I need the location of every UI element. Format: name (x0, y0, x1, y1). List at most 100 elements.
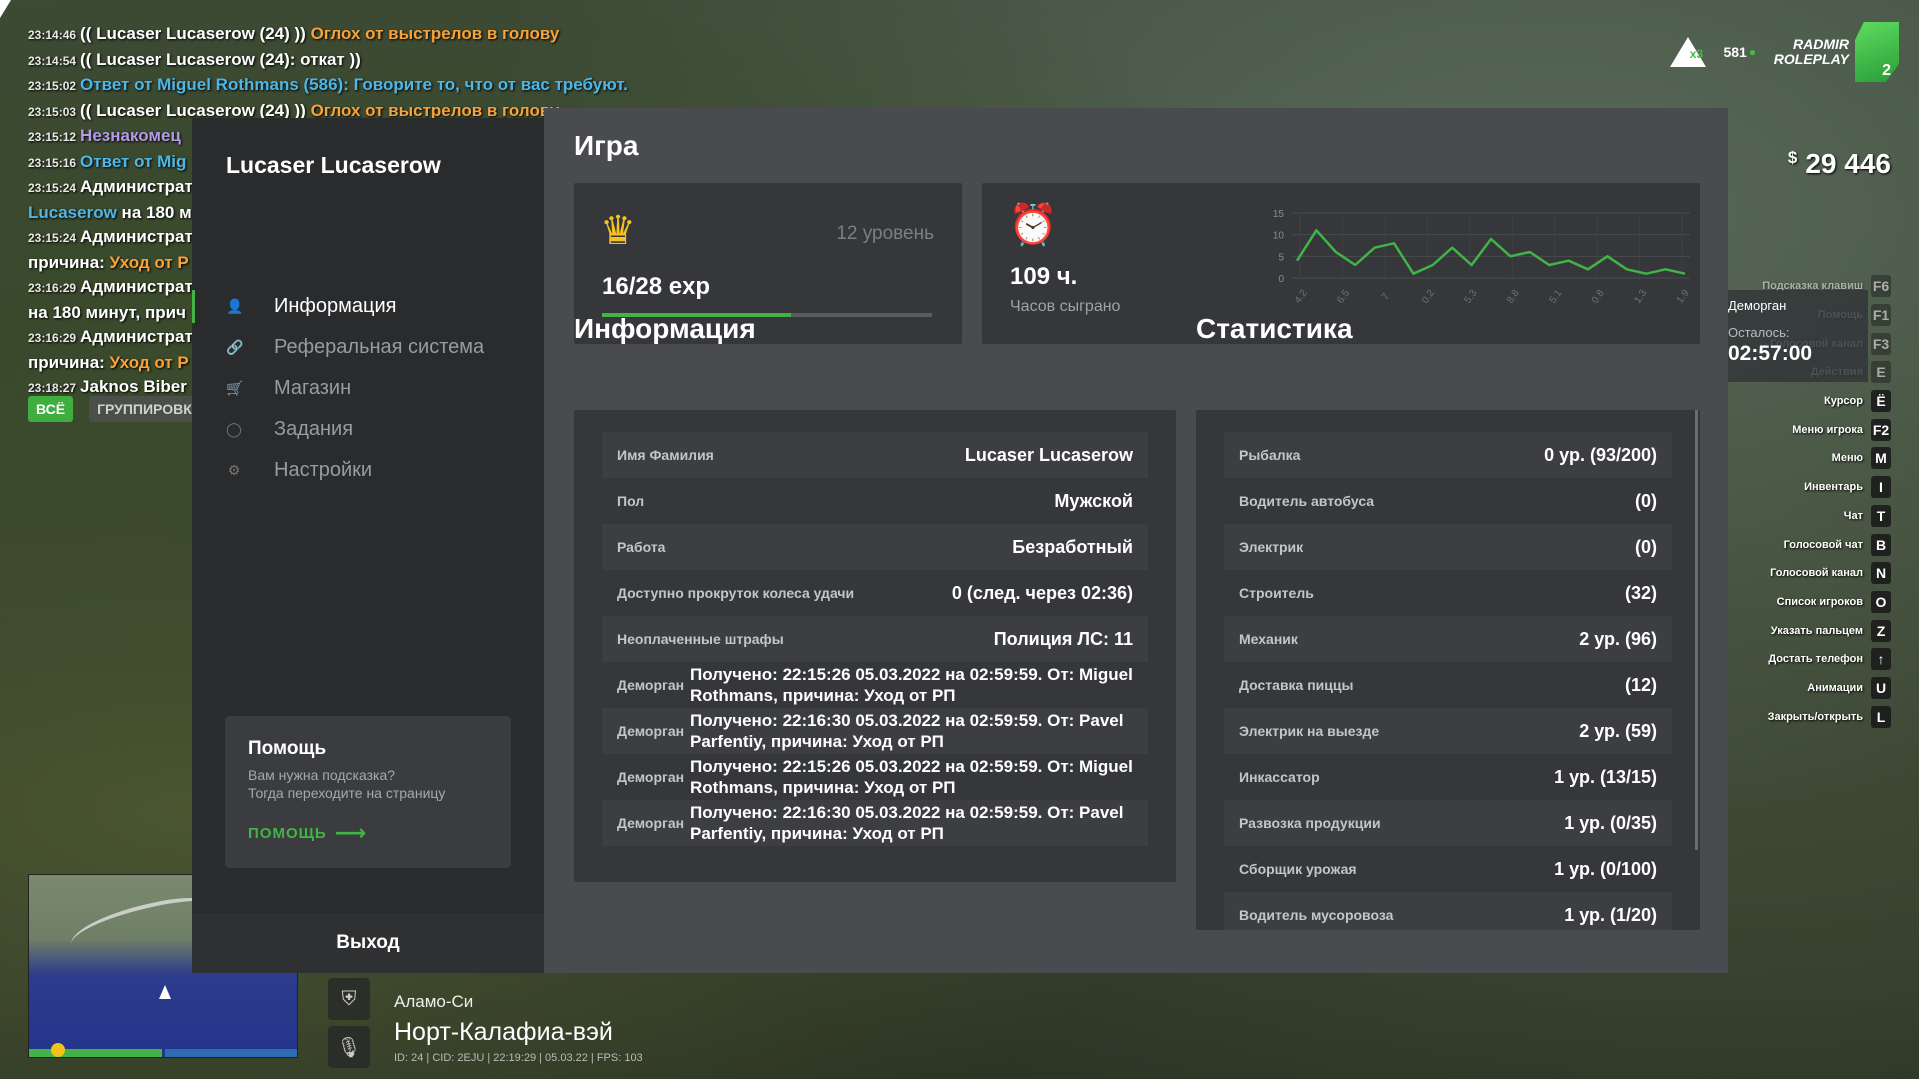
keybind-key: F6 (1871, 275, 1891, 298)
demorgan-row: Деморган Получено: 22:16:30 05.03.2022 на… (602, 708, 1148, 754)
keybind-label: Голосовой канал (1770, 567, 1863, 580)
chart-x-tick: 6.5 (1335, 288, 1352, 306)
demorgan-left-label: Осталось: (1728, 325, 1790, 340)
exit-button[interactable]: Выход (192, 913, 544, 973)
demorgan-row: Деморган Получено: 22:15:26 05.03.2022 на… (602, 662, 1148, 708)
stat-row: Развозка продукции 1 ур. (0/35) (1224, 800, 1672, 846)
info-row: Имя Фамилия Lucaser Lucaserow (602, 432, 1148, 478)
keybind-key: F3 (1871, 332, 1891, 355)
stat-key: Механик (1239, 631, 1298, 647)
chat-timestamp: 23:14:54 (28, 53, 77, 68)
nav-item[interactable]: 🛒 Магазин (192, 368, 544, 409)
player-name: Lucaser Lucaserow (226, 152, 441, 178)
info-key: Работа (617, 539, 666, 555)
keybind-key: ↑ (1871, 648, 1891, 671)
keybind-key: N (1871, 562, 1891, 585)
info-value: Мужской (1054, 490, 1133, 511)
currency-sign: $ (1787, 148, 1798, 167)
chat-tab-all[interactable]: ВСЁ (28, 396, 74, 422)
chart-x-tick: 1.3 (1632, 288, 1649, 306)
stats-card: Рыбалка 0 ур. (93/200) Водитель автобуса (0… (1196, 410, 1700, 930)
chart-y-tick: 15 (1273, 209, 1285, 220)
demorgan-key: Деморган (617, 769, 685, 785)
nav-item[interactable]: ◯ Задания (192, 409, 544, 450)
chat-colored-text: Lucaserow (28, 202, 117, 222)
sliders-icon: ⚙ (227, 462, 241, 478)
demorgan-key: Деморган (617, 677, 685, 693)
stats-scrollbar[interactable] (1695, 410, 1698, 850)
stat-key: Рыбалка (1239, 447, 1301, 463)
chat-line: 23:14:54(( Lucaser Lucaserow (24): откат… (28, 48, 728, 74)
stat-key: Доставка пиццы (1239, 677, 1354, 693)
stat-row: Электрик на выезде 2 ур. (59) (1224, 708, 1672, 754)
logo-text: RADMIR ROLEPLAY (1774, 37, 1849, 67)
demorgan-key: Деморган (617, 815, 685, 831)
online-count-badge: 581 ● (1720, 34, 1760, 70)
keybind-row: Указать пальцем Z (1762, 616, 1891, 645)
playtime-chart: 15 10 5 0 4.2 6.5 7 0.2 5.3 8.8 5.1 0.8 1.3 1.9 (1273, 209, 1692, 306)
keybind-key: E (1871, 361, 1891, 384)
chart-x-tick: 7 (1380, 291, 1392, 302)
info-key: Пол (617, 493, 645, 509)
chat-timestamp: 23:15:03 (28, 104, 77, 119)
chat-colored-text: Ответ от Mig (80, 151, 187, 171)
chat-timestamp: 23:15:24 (28, 181, 77, 195)
users-icon: ● (1748, 45, 1757, 59)
stat-row: Строитель (32) (1224, 570, 1672, 616)
demorgan-time: 02:57:00 (1728, 342, 1813, 365)
microphone-icon: 🎙 (328, 1026, 370, 1068)
session-meta: ID: 24 | CID: 2EJU | 22:19:29 | 05.03.22… (394, 1052, 643, 1064)
chat-text: (( Lucaser Lucaserow (24) )) (80, 100, 306, 120)
info-title: Информация (574, 313, 756, 344)
chat-text: на 180 минут, прич (28, 302, 186, 322)
chat-text: Администрат (80, 277, 193, 296)
stat-value: (0) (1635, 536, 1657, 557)
keybind-row: Инвентарь I (1762, 473, 1891, 502)
stat-value: 0 ур. (93/200) (1544, 444, 1657, 465)
info-row: Работа Безработный (602, 524, 1148, 570)
demorgan-value: Получено: 22:15:26 05.03.2022 на 02:59:5… (690, 665, 1133, 705)
nav-item[interactable]: 🔗 Реферальная система (192, 327, 544, 368)
stat-key: Электрик (1239, 539, 1304, 555)
menu-sidebar: Lucaser Lucaserow 👤 Информация 🔗 Реферальна… (192, 118, 544, 973)
nav-item[interactable]: 👤 Информация (192, 286, 544, 327)
demorgan-row: Деморган Получено: 22:15:26 05.03.2022 на… (602, 754, 1148, 800)
money-value: 29 446 (1805, 148, 1891, 179)
keybind-row: Закрыть/открыть L (1762, 702, 1891, 731)
stats-title: Статистика (1196, 313, 1353, 344)
nav-item-label: Настройки (274, 459, 373, 481)
info-key: Имя Фамилия (617, 447, 714, 463)
chat-timestamp: 23:15:02 (28, 79, 77, 93)
keybind-key: Ё (1871, 390, 1891, 413)
info-card: Имя Фамилия Lucaser Lucaserow Пол Мужской Ра… (574, 410, 1176, 882)
quest-icon: ◯ (226, 421, 242, 437)
help-title: Помощь (248, 738, 327, 759)
stat-row: Доставка пиццы (12) (1224, 662, 1672, 708)
stat-value: 2 ур. (59) (1579, 720, 1657, 741)
help-link-label: ПОМОЩЬ (248, 824, 327, 842)
keybind-key: M (1871, 447, 1891, 470)
demorgan-key: Деморган (617, 723, 685, 739)
chat-line: 23:15:02 Ответ от Miguel Rothmans (586): … (28, 73, 728, 99)
chat-tab-group[interactable]: ГРУППИРОВК (89, 396, 200, 422)
arrow-right-icon: ⟶ (334, 820, 368, 845)
radmir-logo: RADMIR ROLEPLAY 2 (1774, 22, 1899, 82)
chat-text: причина: (28, 252, 105, 272)
keybind-row: Чат T (1762, 502, 1891, 531)
keybind-label: Меню игрока (1792, 423, 1863, 436)
top-right-hud: x3 581 ● RADMIR ROLEPLAY 2 (1669, 22, 1899, 82)
keybind-key: T (1871, 504, 1891, 527)
keybind-key: I (1871, 476, 1891, 499)
help-link[interactable]: ПОМОЩЬ ⟶ (248, 820, 367, 846)
help-text-line-2: Тогда переходите на страницу (248, 785, 446, 801)
help-text-line-1: Вам нужна подсказка? (248, 767, 396, 783)
chart-x-tick: 5.1 (1547, 288, 1564, 306)
chat-timestamp: 23:15:12 (28, 130, 77, 144)
chart-series-line (1295, 229, 1686, 275)
logo-line-2: ROLEPLAY (1773, 51, 1849, 67)
crown-icon: ♛ (600, 209, 636, 253)
nav-item[interactable]: ⚙ Настройки (192, 450, 544, 491)
keybind-key: F1 (1871, 304, 1891, 327)
server-number: 2 (1882, 62, 1891, 79)
keybind-label: Закрыть/открыть (1767, 710, 1863, 723)
